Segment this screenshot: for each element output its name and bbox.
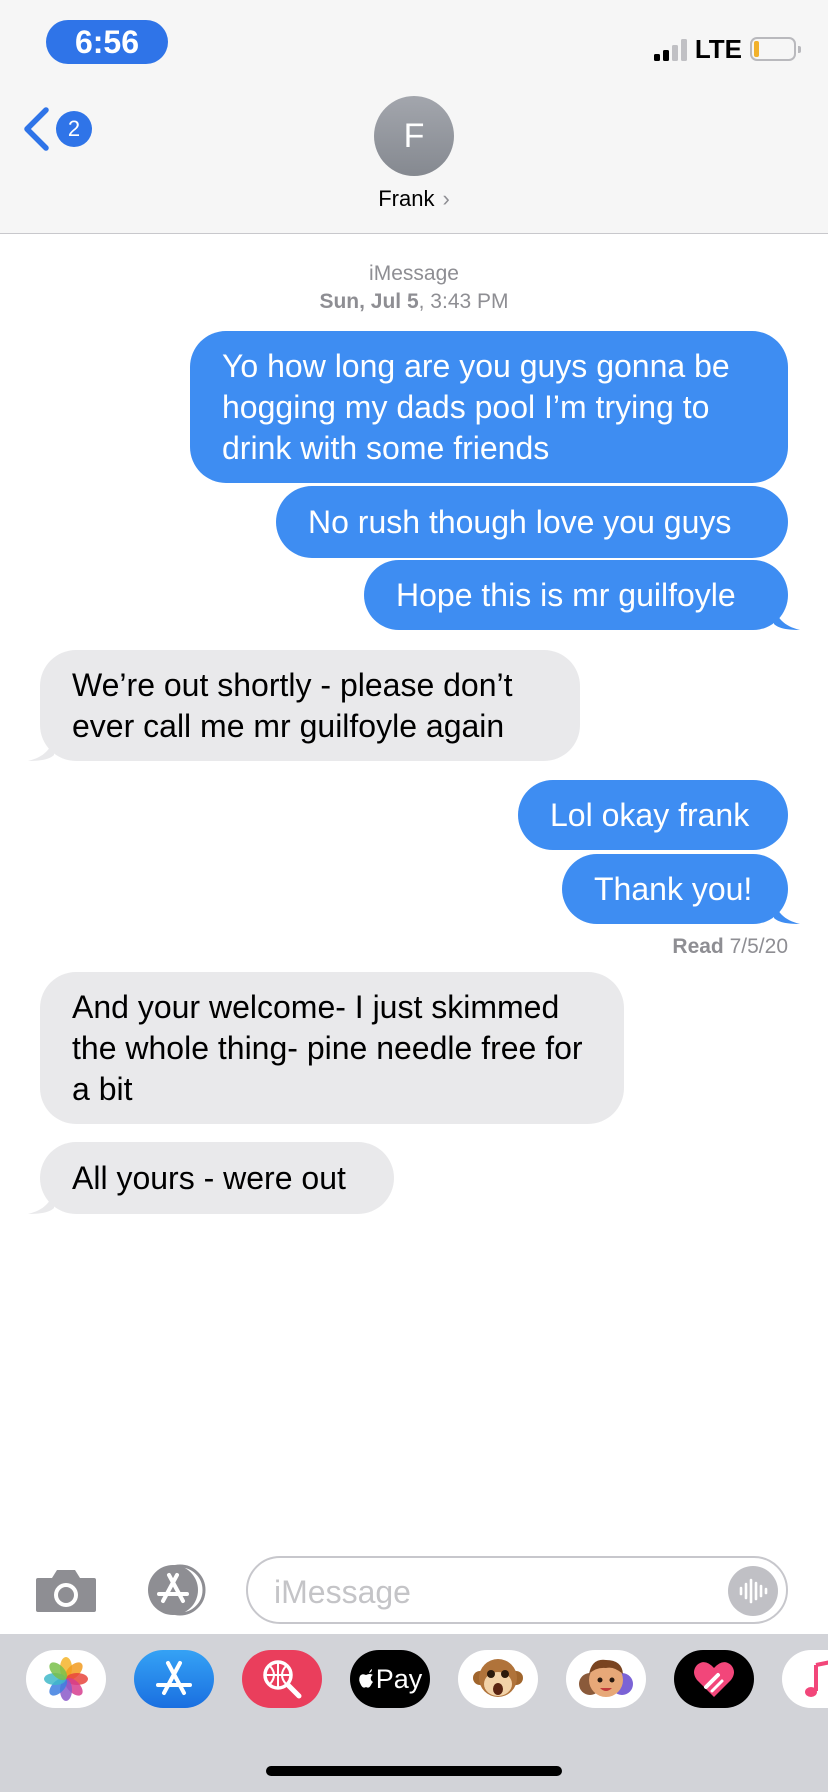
message-text: We’re out shortly - please don’t ever ca…: [72, 666, 513, 744]
message-text: Hope this is mr guilfoyle: [396, 576, 736, 613]
photos-app[interactable]: [26, 1650, 106, 1708]
message-bubble-outgoing[interactable]: Yo how long are you guys gonna be hoggin…: [190, 331, 788, 483]
bubble-tail: [28, 735, 54, 761]
message-bubble-incoming[interactable]: We’re out shortly - please don’t ever ca…: [28, 650, 580, 761]
home-indicator[interactable]: [266, 1766, 562, 1776]
app-store-icon: [148, 1564, 206, 1616]
cellular-signal-icon: [653, 37, 687, 61]
chevron-right-icon: ›: [442, 186, 450, 211]
digital-touch-app[interactable]: [674, 1650, 754, 1708]
message-input[interactable]: iMessage: [246, 1556, 788, 1624]
message-bubble-incoming[interactable]: And your welcome- I just skimmed the who…: [40, 972, 624, 1124]
battery-icon: [750, 37, 801, 61]
contact-name-button[interactable]: Frank ›: [0, 186, 828, 212]
message-text: All yours - were out: [72, 1159, 346, 1196]
conversation-timestamp: iMessage Sun, Jul 5, 3:43 PM: [0, 260, 828, 316]
animoji-app[interactable]: [458, 1650, 538, 1708]
contact-avatar[interactable]: F: [374, 96, 454, 176]
status-time[interactable]: 6:56: [46, 20, 168, 64]
bubble-tail: [774, 898, 800, 924]
memoji-app[interactable]: [566, 1650, 646, 1708]
read-label: Read: [672, 935, 724, 958]
bubble-tail: [28, 1188, 54, 1214]
read-date: 7/5/20: [729, 935, 788, 958]
contact-name: Frank: [378, 186, 435, 211]
music-note-icon: [805, 1660, 828, 1697]
back-button[interactable]: 2: [22, 104, 92, 154]
heart-icon: [694, 1662, 734, 1697]
message-text: Yo how long are you guys gonna be hoggin…: [222, 347, 730, 466]
message-input-placeholder: iMessage: [274, 1574, 411, 1610]
conversation-header: 6:56 LTE 2 F Frank ›: [0, 0, 828, 234]
waveform-icon: [739, 1578, 768, 1604]
apple-pay-app[interactable]: Pay: [350, 1650, 430, 1708]
chevron-left-icon: [24, 107, 49, 151]
bubble-tail: [774, 604, 800, 630]
network-type: LTE: [694, 33, 742, 64]
message-text: Thank you!: [594, 870, 753, 907]
message-bubble-outgoing[interactable]: Lol okay frank: [518, 780, 788, 850]
message-bubble-incoming[interactable]: All yours - were out: [28, 1142, 394, 1214]
message-text: Lol okay frank: [550, 796, 750, 833]
message-bubble-outgoing[interactable]: Hope this is mr guilfoyle: [364, 560, 800, 630]
message-text: And your welcome- I just skimmed the who…: [72, 988, 583, 1107]
message-bubble-outgoing[interactable]: No rush though love you guys: [276, 486, 788, 558]
message-bubble-outgoing[interactable]: Thank you!: [562, 854, 800, 924]
service-label: iMessage: [369, 262, 459, 285]
apple-logo-icon: [358, 1669, 373, 1688]
camera-icon: [36, 1570, 96, 1612]
read-receipt: Read 7/5/20: [672, 935, 788, 959]
music-app[interactable]: [782, 1650, 828, 1708]
photos-icon: [44, 1657, 88, 1701]
apple-pay-label: Pay: [375, 1663, 423, 1694]
audio-message-button[interactable]: [728, 1566, 778, 1616]
app-drawer: Pay: [0, 1634, 828, 1792]
memoji-icon: [579, 1659, 633, 1697]
camera-button[interactable]: [34, 1566, 98, 1614]
monkey-icon: [473, 1659, 523, 1697]
status-indicators: LTE: [653, 33, 801, 64]
images-search-app[interactable]: [242, 1650, 322, 1708]
app-store-app[interactable]: [134, 1650, 214, 1708]
time-label: , 3:43 PM: [418, 290, 509, 313]
globe-search-icon: [263, 1660, 302, 1699]
message-text: No rush though love you guys: [308, 503, 732, 540]
date-label: Sun, Jul 5: [319, 290, 419, 313]
unread-count-badge: 2: [56, 111, 92, 147]
app-store-icon: [156, 1661, 192, 1695]
app-store-button[interactable]: [140, 1563, 212, 1617]
